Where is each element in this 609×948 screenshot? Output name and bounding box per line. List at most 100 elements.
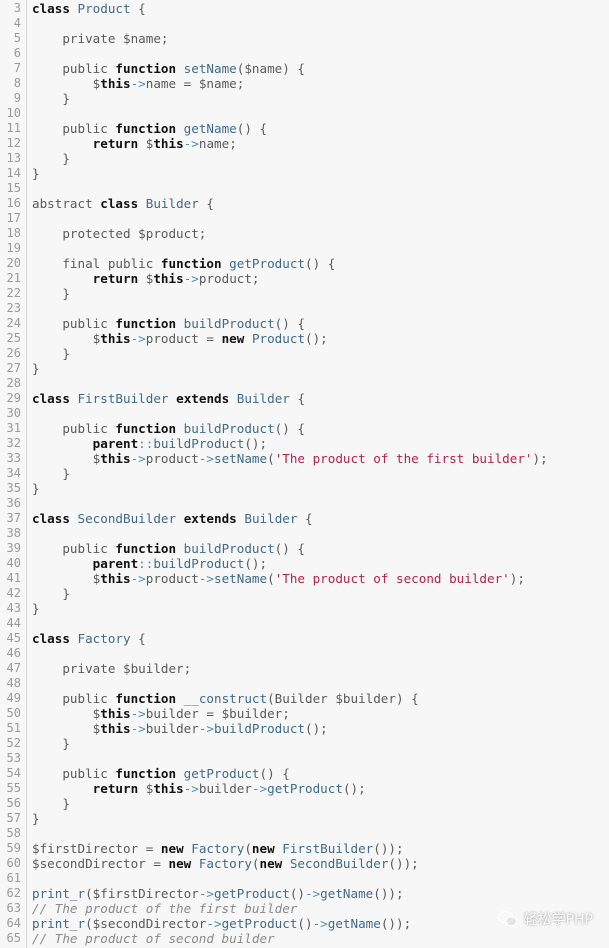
code-token: Builder [236, 391, 290, 406]
line-code: public function setName($name) { [32, 61, 305, 76]
line-number: 61 [6, 871, 21, 885]
code-token: (); [305, 721, 328, 736]
line-code: public function buildProduct() { [32, 421, 305, 436]
code-line: 65 // The product of second builder [0, 931, 609, 946]
line-number: 55 [6, 781, 21, 795]
line-number: 26 [6, 346, 21, 360]
code-line: 22 } [0, 286, 609, 301]
code-line: 48 [0, 676, 609, 691]
code-token: this [100, 451, 131, 466]
code-token: public [32, 121, 116, 136]
code-line: 6 [0, 46, 609, 61]
line-code: class SecondBuilder extends Builder { [32, 511, 313, 526]
code-token: private $builder; [32, 661, 192, 676]
line-number: 19 [6, 241, 21, 255]
code-line: 15 [0, 181, 609, 196]
code-line: 35} [0, 481, 609, 496]
code-token: $ [32, 721, 101, 736]
line-code: } [32, 811, 40, 826]
code-token: (); [244, 556, 268, 571]
code-line: 47 private $builder; [0, 661, 609, 676]
code-token: -> [183, 271, 199, 286]
code-token: print_r [32, 916, 86, 931]
code-editor[interactable]: 3 class Product {4 5 private $name; 6 7 publ… [0, 0, 609, 948]
line-code: $secondDirector = new Factory(new Second… [32, 856, 419, 871]
code-token: ( [251, 856, 260, 871]
code-token: // The product of second builder [32, 931, 275, 946]
code-token: -> [130, 706, 146, 721]
code-token: } [32, 796, 70, 811]
code-line: 61 [0, 871, 609, 886]
code-token: this [100, 571, 131, 586]
code-token: return [92, 781, 139, 796]
code-token: -> [198, 451, 215, 466]
code-token: print_r [32, 886, 86, 901]
code-line: 57} [0, 811, 609, 826]
code-token: this [100, 76, 131, 91]
line-code: public function getName() { [32, 121, 267, 136]
code-token: public [32, 316, 116, 331]
code-line: 43} [0, 601, 609, 616]
line-code: public function getProduct() { [32, 766, 290, 781]
code-token: -> [312, 916, 328, 931]
code-token: Product [77, 1, 131, 16]
code-token: getProduct [221, 916, 298, 931]
code-line: 23 [0, 301, 609, 316]
code-token: -> [130, 721, 146, 736]
line-code: public function buildProduct() { [32, 316, 305, 331]
code-line: 32 parent::buildProduct(); [0, 436, 609, 451]
line-code: // The product of the first builder [32, 901, 297, 916]
line-number: 27 [6, 361, 21, 375]
code-token: buildProduct [214, 721, 306, 736]
code-token: new [221, 331, 245, 346]
code-token: -> [198, 571, 215, 586]
line-number: 3 [13, 1, 21, 15]
code-token: $ [138, 271, 154, 286]
code-line: 45 class Factory { [0, 631, 609, 646]
code-token: extends [176, 391, 230, 406]
code-token: public [32, 541, 116, 556]
code-token: builder [198, 781, 252, 796]
code-line: 25 $this->product = new Product(); [0, 331, 609, 346]
line-number: 40 [6, 556, 21, 570]
code-token: $ [32, 706, 101, 721]
code-token: } [32, 166, 40, 181]
line-number: 5 [13, 31, 21, 45]
watermark-text: 轻松学PHP [523, 912, 593, 928]
code-token: private $name; [32, 31, 169, 46]
code-line: 5 private $name; [0, 31, 609, 46]
code-line: 21 return $this->product; [0, 271, 609, 286]
code-token: ()); [380, 916, 412, 931]
line-code: } [32, 586, 70, 601]
code-token: name; [198, 136, 237, 151]
code-token: } [32, 286, 70, 301]
code-line: 20 final public function getProduct() { [0, 256, 609, 271]
code-token: { [297, 511, 313, 526]
line-number: 7 [13, 61, 21, 75]
line-number: 44 [6, 616, 21, 630]
line-number: 45 [6, 631, 21, 645]
code-token: $ [32, 451, 101, 466]
code-token: product; [198, 271, 260, 286]
line-code: private $name; [32, 31, 168, 46]
code-token: builder [145, 721, 199, 736]
line-code: $this->name = $name; [32, 76, 245, 91]
code-token: } [32, 91, 70, 106]
code-line: 56 } [0, 796, 609, 811]
code-token: -> [183, 781, 199, 796]
code-token: } [32, 151, 70, 166]
line-code: } [32, 361, 40, 376]
code-token: () { [274, 541, 306, 556]
line-number: 58 [6, 826, 21, 840]
code-token: (Builder $builder) { [267, 691, 419, 706]
line-code: final public function getProduct() { [32, 256, 335, 271]
code-token: buildProduct [153, 436, 245, 451]
code-token: getProduct [183, 766, 260, 781]
code-line: 27} [0, 361, 609, 376]
code-token: { [130, 631, 146, 646]
line-number: 11 [6, 121, 21, 135]
code-token: $secondDirector = [32, 856, 169, 871]
